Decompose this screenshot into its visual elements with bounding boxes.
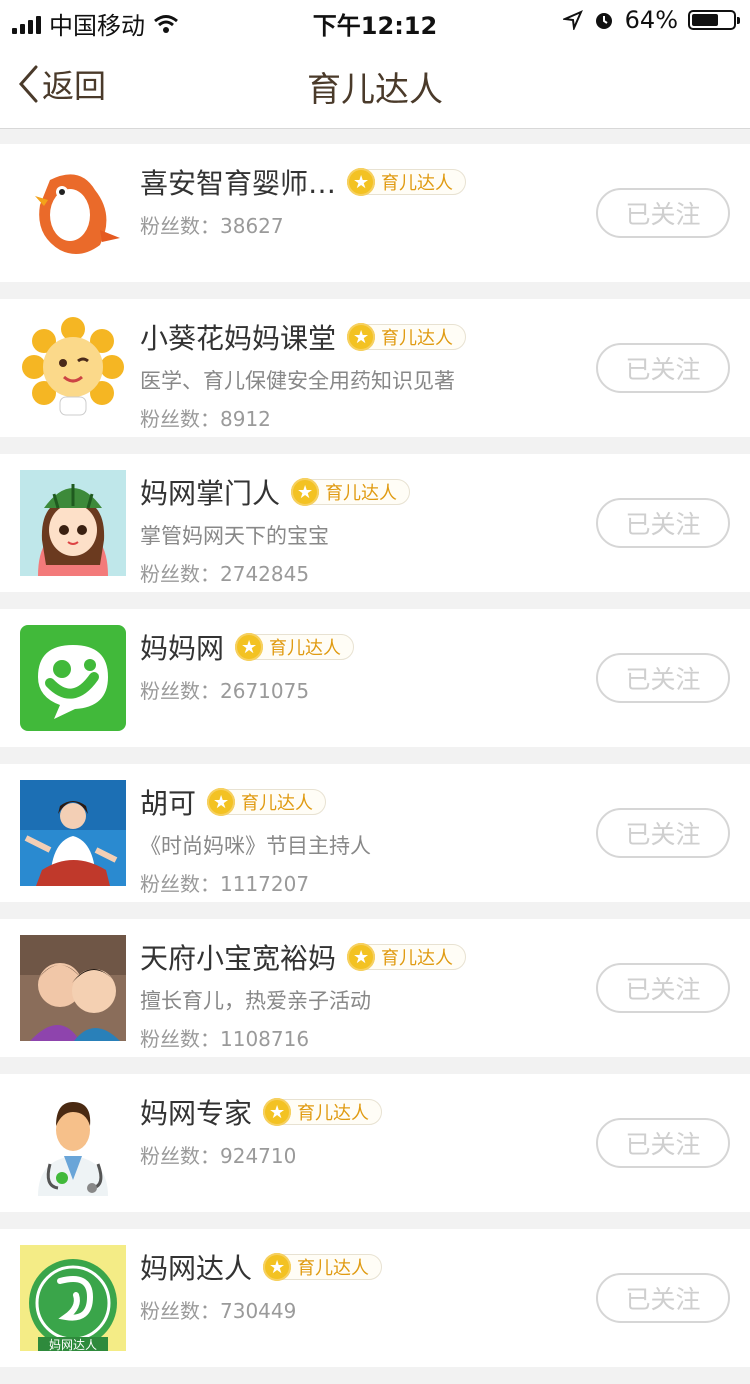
item-info: 妈妈网 ★ 育儿达人 粉丝数：2671075 (140, 627, 590, 704)
status-bar: 中国移动 下午12:12 64% (0, 0, 750, 40)
badge-label: 育儿达人 (381, 173, 454, 194)
expert-badge: ★ 育儿达人 (347, 323, 467, 351)
follow-button[interactable]: 已关注 (596, 653, 730, 703)
follow-button[interactable]: 已关注 (596, 1273, 730, 1323)
list-item[interactable]: 妈网掌门人 ★ 育儿达人 掌管妈网天下的宝宝 粉丝数：2742845 已关注 (0, 454, 750, 592)
item-name: 喜安智育婴师… (140, 167, 337, 200)
alarm-icon (595, 13, 612, 29)
list-item[interactable]: 小葵花妈妈课堂 ★ 育儿达人 医学、育儿保健安全用药知识见著 粉丝数：8912 … (0, 299, 750, 437)
battery-icon (688, 10, 740, 30)
avatar[interactable] (20, 470, 126, 576)
item-info: 妈网专家 ★ 育儿达人 粉丝数：924710 (140, 1092, 590, 1169)
avatar[interactable] (20, 1090, 126, 1196)
follow-button[interactable]: 已关注 (596, 498, 730, 548)
page-title: 育儿达人 (307, 70, 443, 110)
name-line: 妈网专家 ★ 育儿达人 (140, 1092, 590, 1132)
item-info: 胡可 ★ 育儿达人 《时尚妈咪》节目主持人 粉丝数：1117207 (140, 782, 590, 897)
list-item[interactable]: 妈妈网 ★ 育儿达人 粉丝数：2671075 已关注 (0, 609, 750, 747)
item-info: 妈网掌门人 ★ 育儿达人 掌管妈网天下的宝宝 粉丝数：2742845 (140, 472, 590, 587)
name-line: 喜安智育婴师… ★ 育儿达人 (140, 162, 590, 202)
item-description: 擅长育儿，热爱亲子活动 (140, 989, 371, 1013)
item-info: 妈网达人 ★ 育儿达人 粉丝数：730449 (140, 1247, 590, 1324)
star-icon: ★ (263, 1098, 292, 1126)
avatar-text: 妈网达人 (49, 1338, 97, 1351)
expert-badge: ★ 育儿达人 (263, 1098, 383, 1126)
avatar[interactable] (20, 315, 126, 421)
expert-badge: ★ 育儿达人 (207, 788, 327, 816)
star-icon: ★ (347, 943, 376, 971)
item-info: 小葵花妈妈课堂 ★ 育儿达人 医学、育儿保健安全用药知识见著 粉丝数：8912 (140, 317, 590, 432)
badge-label: 育儿达人 (381, 328, 454, 349)
expert-badge: ★ 育儿达人 (347, 168, 467, 196)
item-name: 妈妈网 (140, 632, 225, 665)
badge-label: 育儿达人 (381, 948, 454, 969)
nav-bar: 返回 育儿达人 (0, 40, 750, 129)
avatar[interactable] (20, 160, 126, 266)
badge-label: 育儿达人 (269, 638, 342, 659)
expert-list: 喜安智育婴师… ★ 育儿达人 粉丝数：38627 已关注 小葵花妈妈课堂 ★ 育… (0, 144, 750, 1384)
star-icon: ★ (347, 168, 376, 196)
star-icon: ★ (235, 633, 264, 661)
follow-button[interactable]: 已关注 (596, 1118, 730, 1168)
name-line: 妈妈网 ★ 育儿达人 (140, 627, 590, 667)
follow-button[interactable]: 已关注 (596, 343, 730, 393)
status-right: 64% (562, 6, 740, 34)
item-description: 医学、育儿保健安全用药知识见著 (140, 369, 455, 393)
name-line: 天府小宝宽裕妈 ★ 育儿达人 (140, 937, 590, 977)
name-line: 小葵花妈妈课堂 ★ 育儿达人 (140, 317, 590, 357)
item-description: 《时尚妈咪》节目主持人 (140, 834, 371, 858)
list-item[interactable]: 喜安智育婴师… ★ 育儿达人 粉丝数：38627 已关注 (0, 144, 750, 282)
fans-count: 粉丝数：38627 (140, 214, 284, 238)
expert-badge: ★ 育儿达人 (263, 1253, 383, 1281)
item-name: 小葵花妈妈课堂 (140, 322, 337, 355)
name-line: 妈网达人 ★ 育儿达人 (140, 1247, 590, 1287)
list-item[interactable]: 妈网达人 妈网达人 ★ 育儿达人 粉丝数：730449 已关注 (0, 1229, 750, 1367)
star-icon: ★ (207, 788, 236, 816)
fans-count: 粉丝数：924710 (140, 1144, 297, 1168)
list-item[interactable]: 妈网专家 ★ 育儿达人 粉丝数：924710 已关注 (0, 1074, 750, 1212)
name-line: 妈网掌门人 ★ 育儿达人 (140, 472, 590, 512)
fans-count: 粉丝数：1117207 (140, 872, 310, 896)
star-icon: ★ (263, 1253, 292, 1281)
item-info: 喜安智育婴师… ★ 育儿达人 粉丝数：38627 (140, 162, 590, 239)
badge-label: 育儿达人 (241, 793, 314, 814)
fans-count: 粉丝数：2742845 (140, 562, 310, 586)
star-icon: ★ (291, 478, 320, 506)
badge-label: 育儿达人 (325, 483, 398, 504)
item-info: 天府小宝宽裕妈 ★ 育儿达人 擅长育儿，热爱亲子活动 粉丝数：1108716 (140, 937, 590, 1052)
avatar[interactable]: 妈网达人 (20, 1245, 126, 1351)
item-name: 妈网专家 (140, 1097, 253, 1130)
fans-count: 粉丝数：1108716 (140, 1027, 310, 1051)
avatar[interactable] (20, 780, 126, 886)
fans-count: 粉丝数：8912 (140, 407, 271, 431)
badge-label: 育儿达人 (297, 1258, 370, 1279)
expert-badge: ★ 育儿达人 (235, 633, 355, 661)
follow-button[interactable]: 已关注 (596, 188, 730, 238)
fans-count: 粉丝数：2671075 (140, 679, 310, 703)
item-name: 妈网达人 (140, 1252, 253, 1285)
star-icon: ★ (347, 323, 376, 351)
expert-badge: ★ 育儿达人 (291, 478, 411, 506)
avatar[interactable] (20, 625, 126, 731)
list-item[interactable]: 天府小宝宽裕妈 ★ 育儿达人 擅长育儿，热爱亲子活动 粉丝数：1108716 已… (0, 919, 750, 1057)
list-item[interactable]: 胡可 ★ 育儿达人 《时尚妈咪》节目主持人 粉丝数：1117207 已关注 (0, 764, 750, 902)
badge-label: 育儿达人 (297, 1103, 370, 1124)
avatar[interactable] (20, 935, 126, 1041)
expert-badge: ★ 育儿达人 (347, 943, 467, 971)
battery-percent: 64% (624, 6, 678, 34)
name-line: 胡可 ★ 育儿达人 (140, 782, 590, 822)
location-arrow-icon (562, 10, 583, 30)
item-description: 掌管妈网天下的宝宝 (140, 524, 329, 548)
item-name: 妈网掌门人 (140, 477, 281, 510)
fans-count: 粉丝数：730449 (140, 1299, 297, 1323)
follow-button[interactable]: 已关注 (596, 808, 730, 858)
item-name: 胡可 (140, 787, 197, 820)
item-name: 天府小宝宽裕妈 (140, 942, 337, 975)
follow-button[interactable]: 已关注 (596, 963, 730, 1013)
